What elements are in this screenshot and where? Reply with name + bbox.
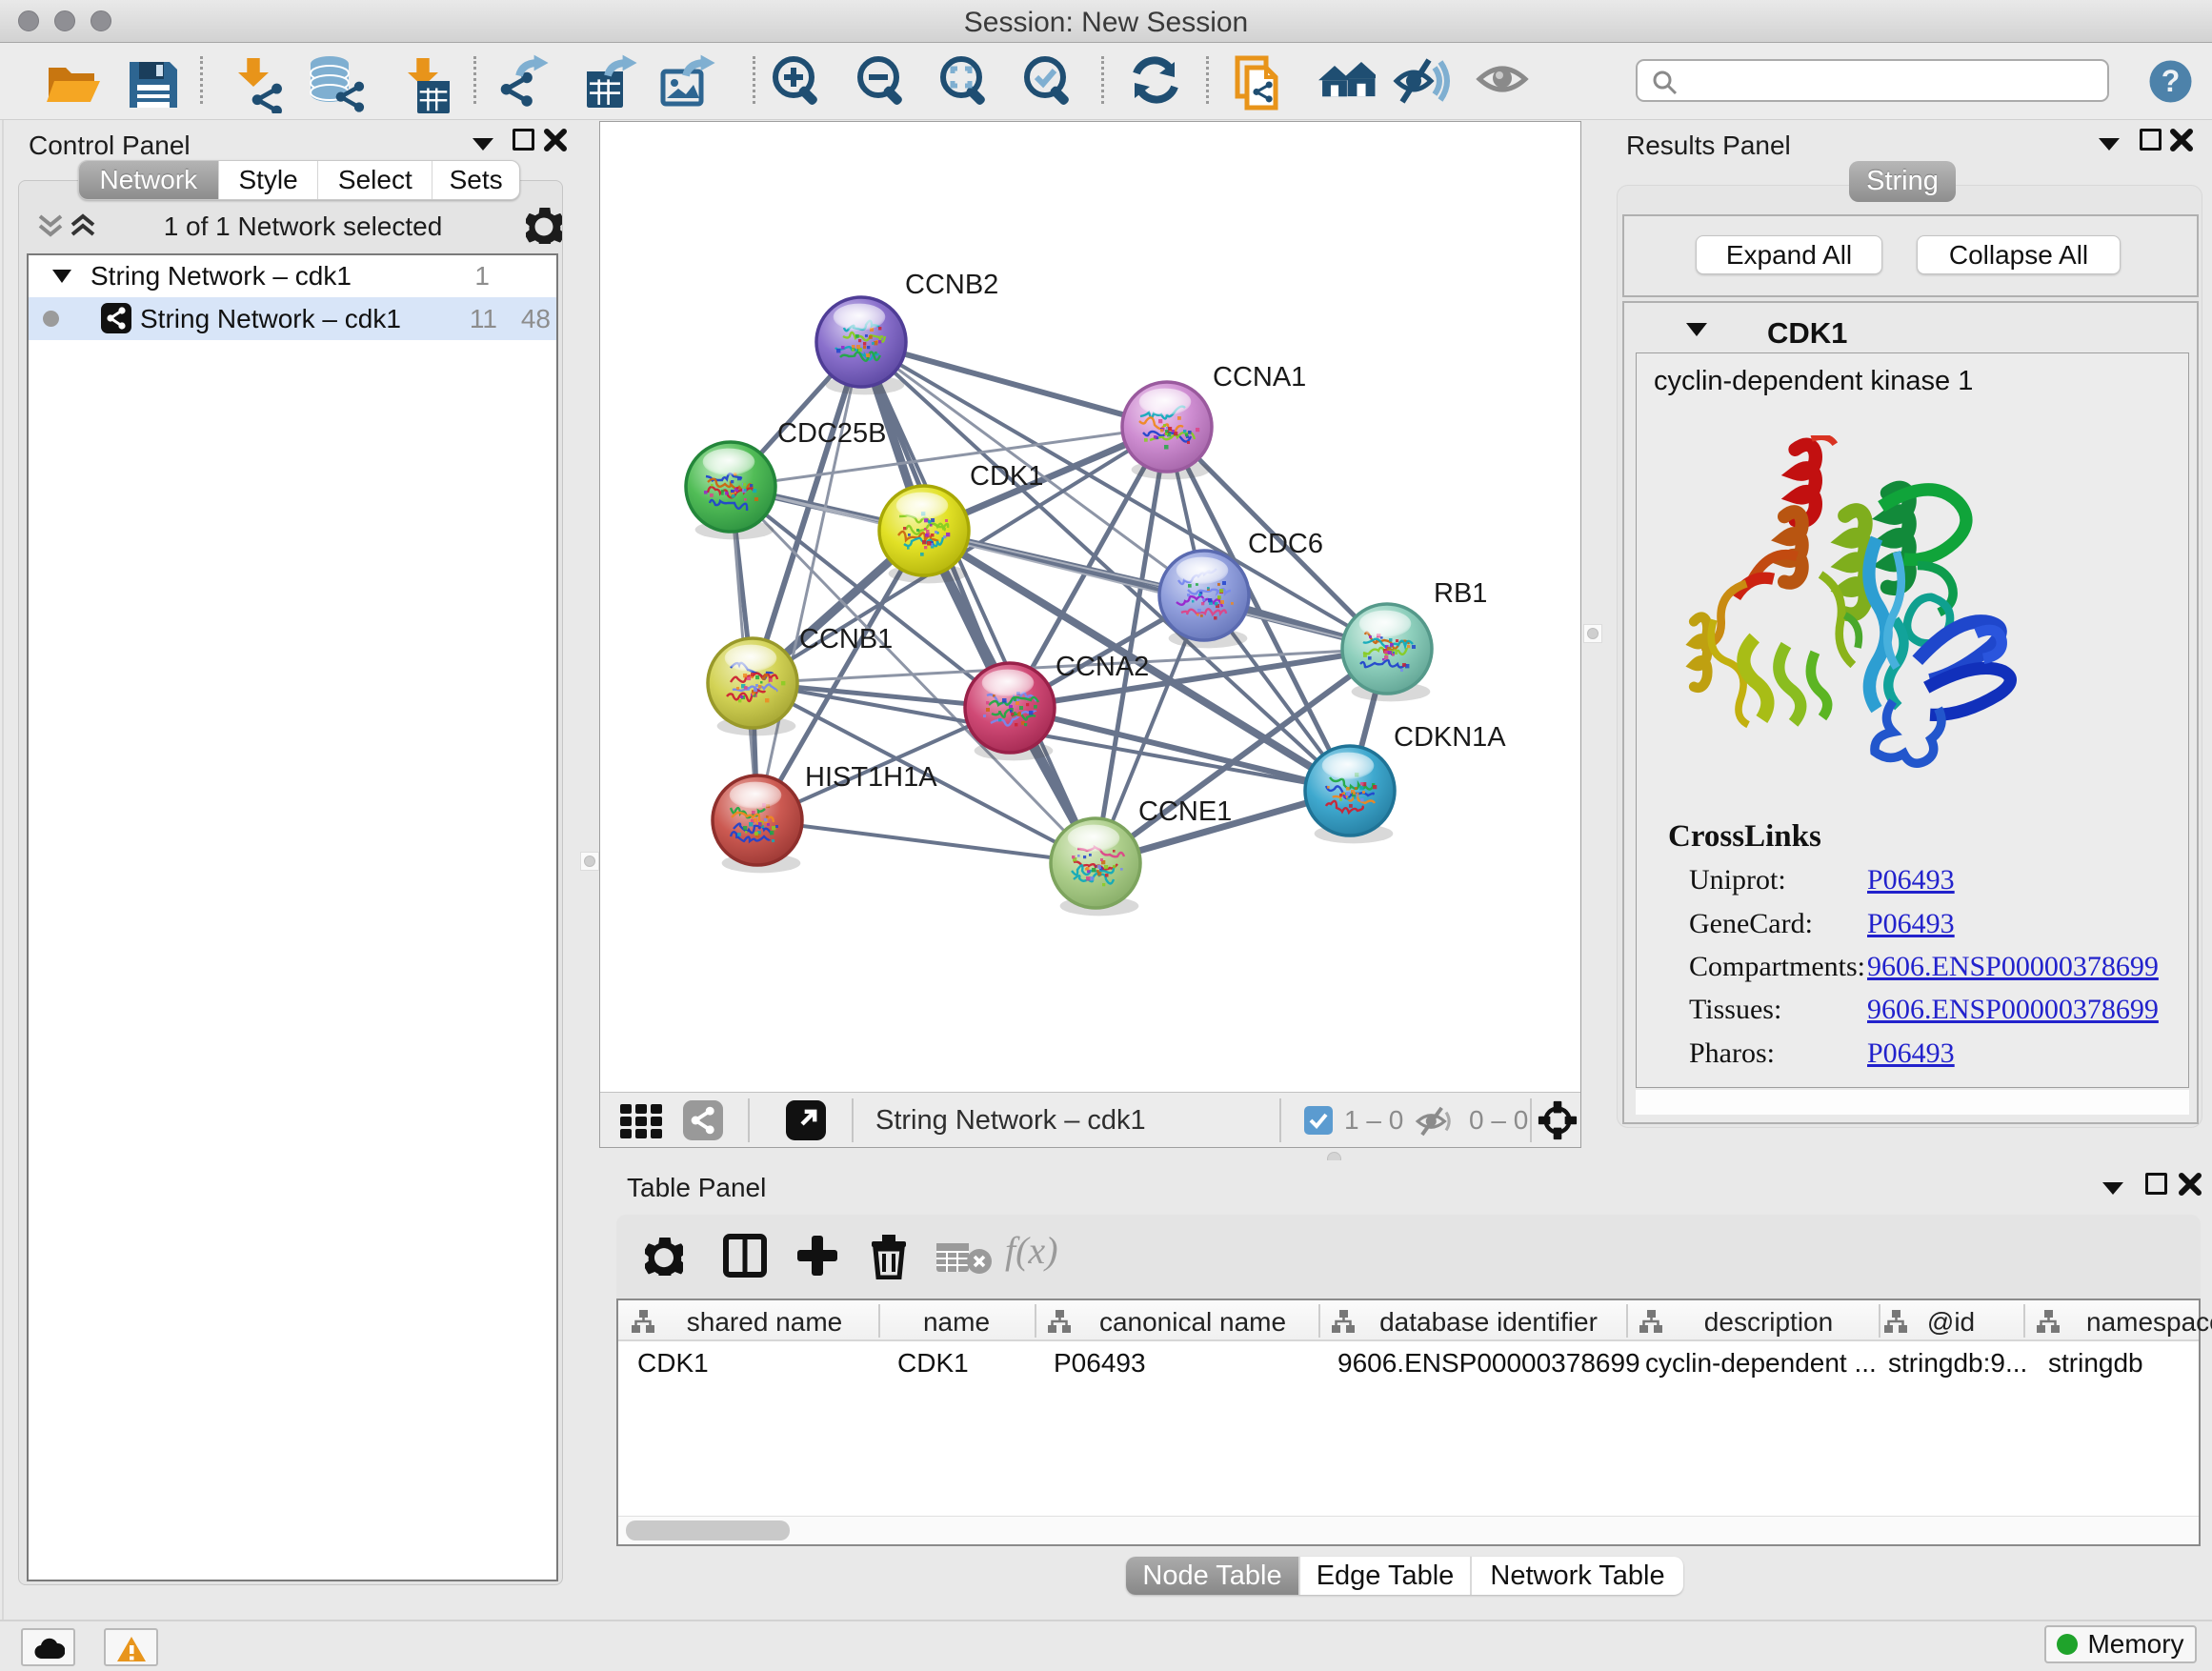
svg-text:?: ?: [2162, 64, 2181, 98]
svg-text:CCNA1: CCNA1: [1213, 362, 1306, 393]
svg-text:CDKN1A: CDKN1A: [1394, 722, 1506, 753]
svg-text:RB1: RB1: [1434, 578, 1487, 609]
svg-text:CDC6: CDC6: [1248, 529, 1323, 559]
svg-text:CCNB2: CCNB2: [905, 270, 998, 300]
svg-text:CCNE1: CCNE1: [1138, 796, 1232, 827]
svg-text:CCNA2: CCNA2: [1056, 652, 1149, 682]
svg-text:CDC25B: CDC25B: [777, 418, 886, 449]
svg-text:CDK1: CDK1: [970, 461, 1043, 492]
svg-text:CCNB1: CCNB1: [799, 624, 893, 654]
svg-text:HIST1H1A: HIST1H1A: [805, 762, 937, 793]
